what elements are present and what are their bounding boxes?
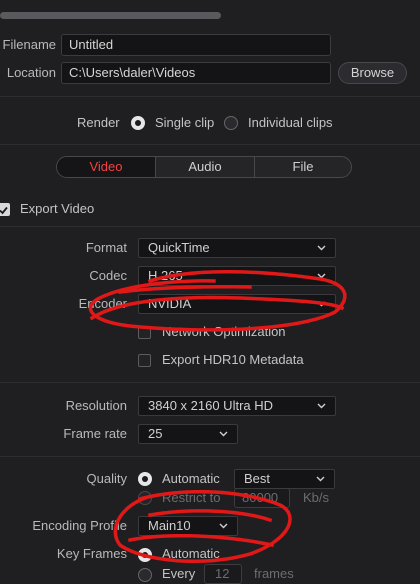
- encoder-dropdown[interactable]: NVIDIA: [138, 294, 336, 314]
- encoding-profile-dropdown[interactable]: Main10: [138, 516, 238, 536]
- render-label: Render: [77, 115, 120, 130]
- quality-automatic-radio[interactable]: [138, 472, 152, 486]
- every-input[interactable]: 12: [204, 564, 242, 584]
- chevron-down-icon: [219, 429, 228, 438]
- format-label: Format: [85, 240, 127, 255]
- individual-clips-radio[interactable]: [224, 116, 238, 130]
- top-scrollbar[interactable]: [0, 12, 221, 19]
- chevron-down-icon: [317, 271, 326, 280]
- chevron-down-icon: [317, 243, 326, 252]
- separator: [0, 226, 420, 227]
- codec-value: H.265: [148, 268, 183, 283]
- key-frames-every-radio[interactable]: [138, 568, 152, 582]
- chevron-down-icon: [219, 521, 228, 530]
- single-clip-radio[interactable]: [131, 116, 145, 130]
- restrict-to-radio[interactable]: [138, 491, 152, 505]
- key-frames-label: Key Frames: [56, 546, 127, 561]
- every-label: Every: [162, 566, 196, 581]
- frame-rate-label: Frame rate: [63, 426, 127, 441]
- separator: [0, 456, 420, 457]
- checkmark-icon: [0, 206, 8, 215]
- format-value: QuickTime: [148, 240, 210, 255]
- format-dropdown[interactable]: QuickTime: [138, 238, 336, 258]
- separator: [0, 144, 420, 145]
- separator: [0, 382, 420, 383]
- export-video-label: Export Video: [20, 201, 95, 216]
- separator: [0, 96, 420, 97]
- quality-label: Quality: [86, 471, 127, 486]
- frame-rate-value: 25: [148, 426, 163, 441]
- browse-button[interactable]: Browse: [338, 62, 407, 84]
- frame-rate-dropdown[interactable]: 25: [138, 424, 238, 444]
- hdr10-metadata-label: Export HDR10 Metadata: [162, 352, 304, 367]
- restrict-to-unit: Kb/s: [303, 490, 330, 505]
- codec-label: Codec: [89, 268, 127, 283]
- network-optimization-checkbox[interactable]: [138, 326, 151, 339]
- location-label: Location: [6, 65, 56, 80]
- location-input[interactable]: C:\Users\daler\Videos: [61, 62, 331, 84]
- resolution-label: Resolution: [65, 398, 127, 413]
- export-video-checkbox[interactable]: [0, 203, 10, 216]
- chevron-down-icon: [317, 401, 326, 410]
- chevron-down-icon: [317, 299, 326, 308]
- chevron-down-icon: [316, 474, 325, 483]
- restrict-to-label: Restrict to: [162, 490, 221, 505]
- quality-automatic-label[interactable]: Automatic: [162, 469, 220, 489]
- key-frames-automatic-label[interactable]: Automatic: [162, 544, 220, 564]
- resolution-dropdown[interactable]: 3840 x 2160 Ultra HD: [138, 396, 336, 416]
- encoder-value: NVIDIA: [148, 296, 192, 311]
- tab-bar: Video Audio File: [56, 156, 352, 178]
- resolution-value: 3840 x 2160 Ultra HD: [148, 398, 274, 413]
- codec-dropdown[interactable]: H.265: [138, 266, 336, 286]
- tab-file[interactable]: File: [255, 157, 351, 177]
- filename-input[interactable]: Untitled: [61, 34, 331, 56]
- frames-label: frames: [254, 566, 294, 581]
- network-optimization-label: Network Optimization: [162, 324, 286, 339]
- single-clip-label[interactable]: Single clip: [155, 113, 214, 133]
- key-frames-automatic-radio[interactable]: [138, 548, 152, 562]
- tab-audio[interactable]: Audio: [156, 157, 255, 177]
- encoder-label: Encoder: [78, 296, 127, 311]
- individual-clips-label[interactable]: Individual clips: [248, 113, 333, 133]
- filename-label: Filename: [2, 37, 56, 52]
- quality-dropdown[interactable]: Best: [234, 469, 335, 489]
- encoding-profile-value: Main10: [148, 518, 191, 533]
- hdr10-metadata-checkbox[interactable]: [138, 354, 151, 367]
- restrict-to-input[interactable]: 80000: [234, 488, 290, 508]
- quality-value: Best: [244, 471, 271, 486]
- encoding-profile-label: Encoding Profile: [32, 518, 127, 533]
- tab-video[interactable]: Video: [57, 157, 156, 177]
